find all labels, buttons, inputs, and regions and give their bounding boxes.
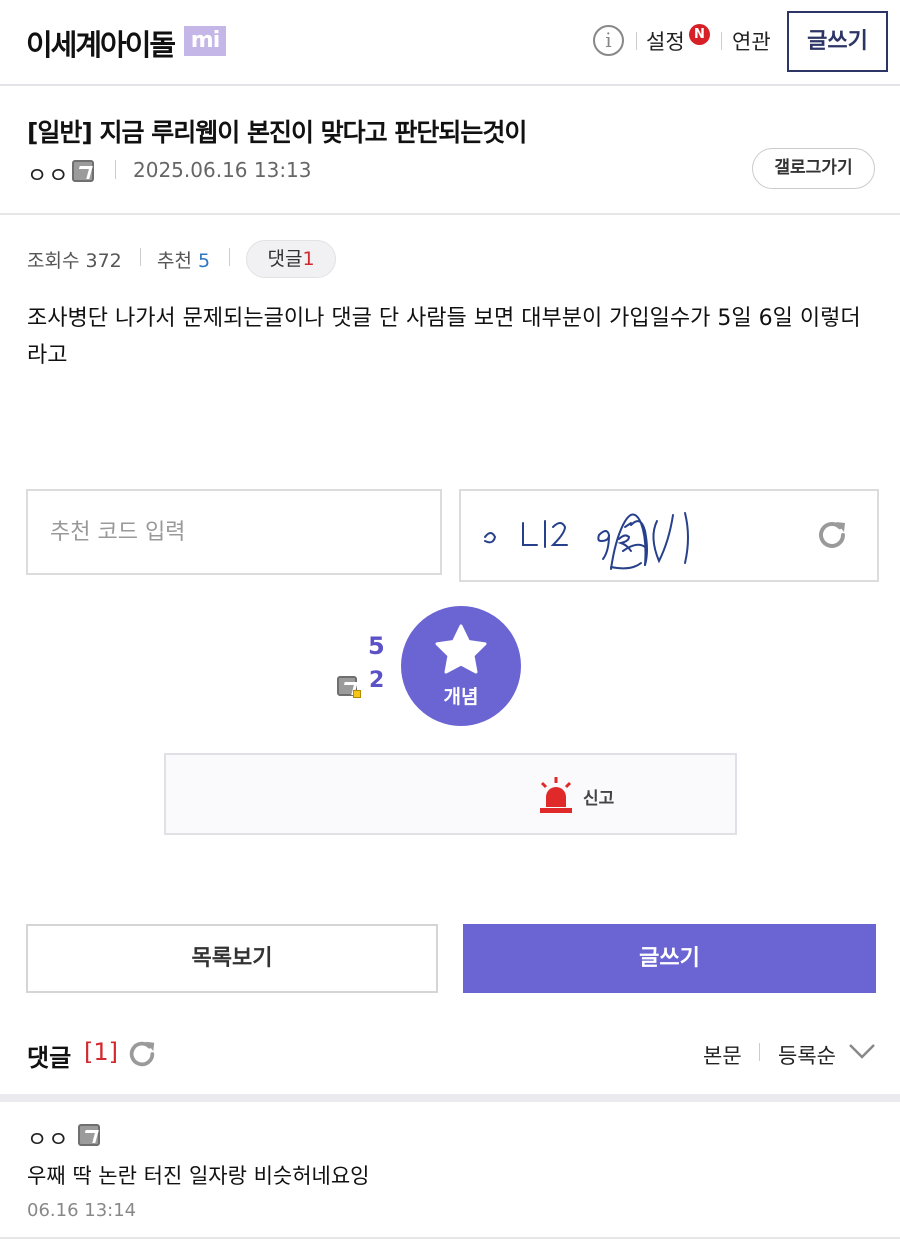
vote-label: 개념 xyxy=(443,687,479,708)
post-title: [일반] 지금 루리웹이 본진이 맞다고 판단되는것이 xyxy=(27,118,527,147)
chevron-down-icon[interactable] xyxy=(848,1042,876,1060)
divider xyxy=(759,1043,760,1061)
divider xyxy=(0,213,900,215)
divider xyxy=(140,248,141,266)
recommend-code-input[interactable] xyxy=(28,491,440,573)
recommend-count: 5 xyxy=(198,250,211,272)
comment-text: 우째 딱 논란 터진 일자랑 비슷허네요잉 xyxy=(27,1164,370,1188)
mini-gallery-badge: mi xyxy=(184,26,226,56)
fixed-nick-icon xyxy=(72,160,94,182)
fixed-nick-icon xyxy=(78,1124,100,1146)
post-author[interactable]: ㅇㅇ xyxy=(27,158,69,190)
fixed-nick-vote-count: 2 xyxy=(369,668,385,693)
comment-date: 06.16 13:14 xyxy=(27,1200,137,1221)
new-badge: N xyxy=(689,24,710,45)
recommend-code-field[interactable] xyxy=(26,489,442,575)
list-view-button[interactable]: 목록보기 xyxy=(26,924,438,993)
settings-link[interactable]: 설정 xyxy=(646,26,685,56)
divider xyxy=(636,32,637,50)
gallog-button[interactable]: 갤로그가기 xyxy=(752,148,875,189)
divider xyxy=(115,160,116,179)
comments-title: 댓글 xyxy=(27,1044,72,1072)
comments-count: [1] xyxy=(84,1038,118,1066)
star-icon xyxy=(435,624,487,674)
captcha-scribble xyxy=(484,512,689,570)
comment-count: 1 xyxy=(302,248,315,270)
comment-count-pill[interactable]: 댓글1 xyxy=(246,240,336,278)
report-label: 신고 xyxy=(583,789,615,809)
post-date: 2025.06.16 13:13 xyxy=(133,158,312,182)
concept-vote-button[interactable]: 개념 xyxy=(401,606,521,726)
captcha-image xyxy=(459,489,879,582)
divider xyxy=(0,1094,900,1102)
divider xyxy=(229,248,230,266)
divider xyxy=(0,1237,900,1239)
fixed-dot xyxy=(353,690,361,698)
comment-author[interactable]: ㅇㅇ xyxy=(27,1122,69,1154)
comments-refresh-icon[interactable] xyxy=(126,1038,158,1070)
report-button[interactable]: 신고 xyxy=(164,753,737,835)
siren-icon xyxy=(540,777,572,813)
comment-label: 댓글 xyxy=(267,248,303,270)
comment-order-select[interactable]: 등록순 xyxy=(778,1040,836,1070)
captcha-refresh-icon[interactable] xyxy=(815,518,849,552)
info-icon[interactable]: i xyxy=(593,25,624,56)
top-header: 이세계아이돌 mi i 설정 N 연관 글쓰기 xyxy=(0,0,900,86)
post-body: 조사병단 나가서 문제되는글이나 댓글 단 사람들 보면 대부분이 가입일수가 … xyxy=(27,306,861,368)
divider xyxy=(721,32,722,50)
recommend-stat: 추천 5 xyxy=(157,246,210,273)
write-button[interactable]: 글쓰기 xyxy=(463,924,876,993)
gallery-name[interactable]: 이세계아이돌 xyxy=(26,22,176,64)
view-count: 조회수 372 xyxy=(27,250,122,272)
related-link[interactable]: 연관 xyxy=(732,26,771,56)
write-button-top[interactable]: 글쓰기 xyxy=(787,11,888,72)
recommend-label: 추천 xyxy=(157,250,192,272)
vote-up-count: 5 xyxy=(368,632,385,660)
view-body-button[interactable]: 본문 xyxy=(703,1040,742,1070)
